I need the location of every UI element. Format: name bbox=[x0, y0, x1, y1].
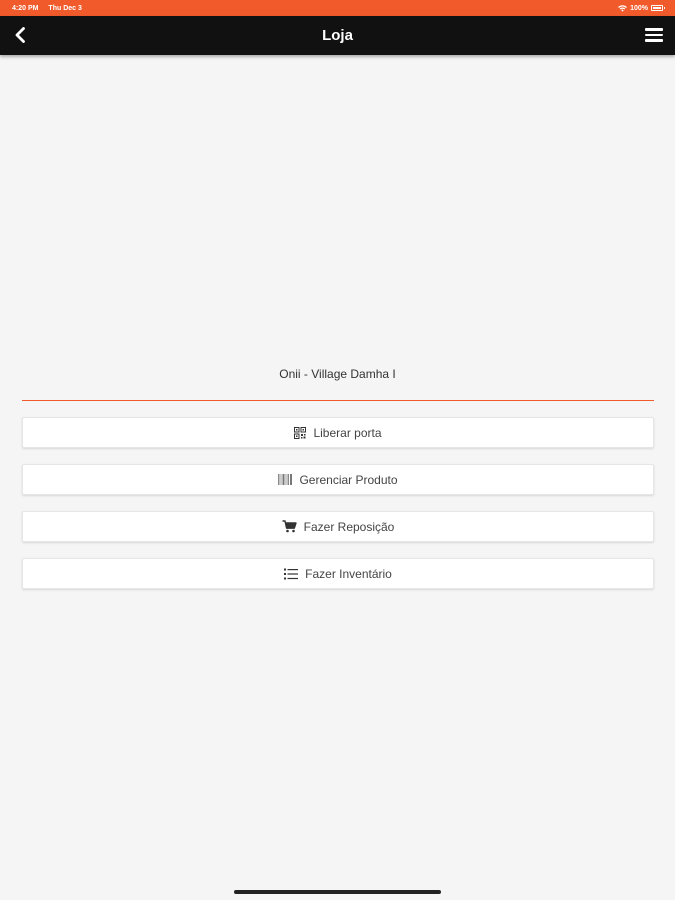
barcode-icon bbox=[278, 474, 293, 485]
status-bar: 4:20 PM Thu Dec 3 100% bbox=[0, 0, 675, 16]
hamburger-menu-icon bbox=[645, 28, 663, 31]
gerenciar-produto-button[interactable]: Gerenciar Produto bbox=[22, 464, 654, 495]
status-date: Thu Dec 3 bbox=[48, 4, 82, 12]
action-label: Liberar porta bbox=[313, 425, 382, 440]
back-button[interactable] bbox=[8, 22, 32, 48]
action-label: Gerenciar Produto bbox=[299, 472, 398, 487]
cart-icon bbox=[282, 520, 297, 533]
hamburger-line bbox=[645, 33, 663, 37]
battery-percent: 100% bbox=[630, 4, 648, 12]
action-label: Fazer Reposição bbox=[303, 519, 395, 534]
fazer-inventario-button[interactable]: Fazer Inventário bbox=[22, 558, 654, 589]
qr-code-icon bbox=[294, 426, 307, 439]
page-title: Loja bbox=[322, 27, 353, 44]
battery-icon bbox=[651, 5, 665, 11]
status-left: 4:20 PM Thu Dec 3 bbox=[12, 5, 90, 12]
chevron-left-icon bbox=[15, 27, 25, 43]
hamburger-line bbox=[645, 39, 663, 42]
nav-bar: Loja bbox=[0, 16, 675, 55]
menu-button[interactable] bbox=[645, 25, 665, 45]
store-name: Onii - Village Damha I bbox=[279, 367, 396, 381]
store-divider bbox=[22, 400, 654, 401]
wifi-icon bbox=[618, 4, 627, 12]
action-label: Fazer Inventário bbox=[305, 566, 392, 581]
liberar-porta-button[interactable]: Liberar porta bbox=[22, 417, 654, 448]
fazer-reposicao-button[interactable]: Fazer Reposição bbox=[22, 511, 654, 542]
home-indicator[interactable] bbox=[234, 890, 441, 894]
list-icon bbox=[284, 568, 299, 580]
battery-fill bbox=[653, 7, 661, 9]
status-right: 100% bbox=[618, 4, 665, 12]
status-time: 4:20 PM bbox=[12, 4, 39, 12]
